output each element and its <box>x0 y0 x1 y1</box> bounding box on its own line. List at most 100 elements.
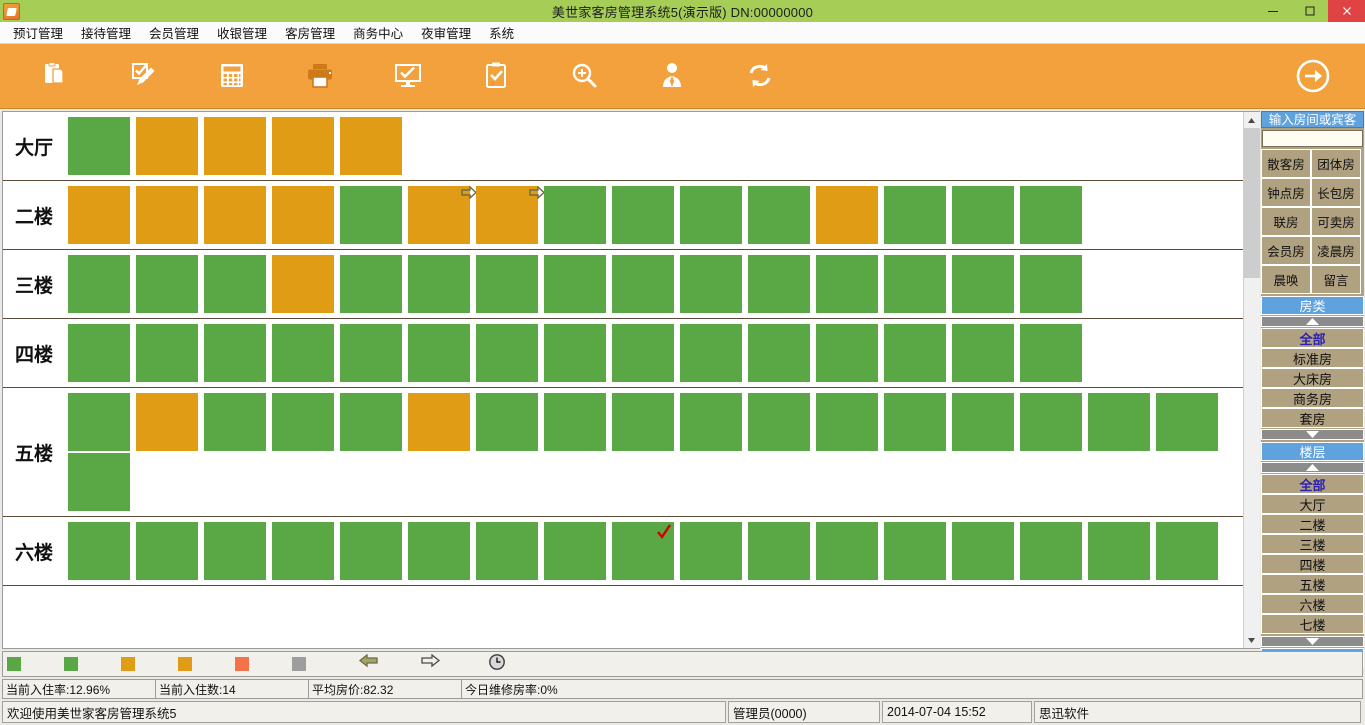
room-cell[interactable] <box>612 522 674 580</box>
room-cell[interactable] <box>1020 186 1082 244</box>
room-cell[interactable] <box>612 255 674 313</box>
room-cell[interactable] <box>680 393 742 451</box>
toolbar-button-预订转登记[interactable] <box>100 44 188 108</box>
floor-option-全部[interactable]: 全部 <box>1261 474 1364 494</box>
room-cell[interactable] <box>1020 324 1082 382</box>
room-cell[interactable] <box>340 186 402 244</box>
room-cell[interactable] <box>136 186 198 244</box>
sidebar-quick-散客房[interactable]: 散客房 <box>1261 149 1311 178</box>
room-cell[interactable] <box>748 324 810 382</box>
sidebar-quick-留言[interactable]: 留言 <box>1311 265 1361 294</box>
room-cell[interactable] <box>136 117 198 175</box>
room-cell[interactable] <box>68 117 130 175</box>
room-cell[interactable] <box>476 522 538 580</box>
room-cell[interactable] <box>272 255 334 313</box>
toolbar-button-联房[interactable] <box>452 44 540 108</box>
room-cell[interactable] <box>272 522 334 580</box>
room-cell[interactable] <box>204 393 266 451</box>
maximize-button[interactable] <box>1291 0 1328 22</box>
floor-scroll-down-icon[interactable] <box>1261 636 1364 647</box>
room-cell[interactable] <box>680 186 742 244</box>
room-cell[interactable] <box>748 186 810 244</box>
room-cell[interactable] <box>136 393 198 451</box>
room-cell[interactable] <box>136 255 198 313</box>
room-cell[interactable] <box>884 255 946 313</box>
toolbar-button-入住登记[interactable] <box>12 44 100 108</box>
room-cell[interactable] <box>1020 255 1082 313</box>
toolbar-button-客房续住[interactable] <box>364 44 452 108</box>
floor-option-五楼[interactable]: 五楼 <box>1261 574 1364 594</box>
room-cell[interactable] <box>476 185 546 244</box>
room-cell[interactable] <box>68 522 130 580</box>
room-cell[interactable] <box>748 393 810 451</box>
room-cell[interactable] <box>952 186 1014 244</box>
room-cell[interactable] <box>680 522 742 580</box>
scroll-up-button[interactable] <box>1243 112 1260 128</box>
toolbar-button-结账打印[interactable] <box>276 44 364 108</box>
room-cell[interactable] <box>884 393 946 451</box>
room-cell[interactable] <box>816 522 878 580</box>
legend-future-status[interactable] <box>483 653 506 676</box>
room-cell[interactable] <box>1020 393 1082 451</box>
room-cell[interactable] <box>476 255 538 313</box>
room-cell[interactable] <box>272 117 334 175</box>
floor-option-七楼[interactable]: 七楼 <box>1261 614 1364 634</box>
toolbar-button-预订查询[interactable] <box>540 44 628 108</box>
floor-scroll-up-icon[interactable] <box>1261 462 1364 473</box>
roomtype-scroll-down-icon[interactable] <box>1261 429 1364 440</box>
room-cell[interactable] <box>340 117 402 175</box>
menu-item-1[interactable]: 预订管理 <box>4 21 72 44</box>
menu-item-7[interactable]: 夜审管理 <box>412 21 480 44</box>
floor-option-大厅[interactable]: 大厅 <box>1261 494 1364 514</box>
room-cell[interactable] <box>68 186 130 244</box>
floor-option-三楼[interactable]: 三楼 <box>1261 534 1364 554</box>
room-cell[interactable] <box>952 324 1014 382</box>
room-cell[interactable] <box>68 393 130 451</box>
room-cell[interactable] <box>204 117 266 175</box>
toolbar-button-刷新[interactable] <box>716 44 804 108</box>
room-cell[interactable] <box>816 393 878 451</box>
room-cell[interactable] <box>680 324 742 382</box>
room-cell[interactable] <box>476 324 538 382</box>
room-cell[interactable] <box>408 255 470 313</box>
room-cell[interactable] <box>408 522 470 580</box>
room-cell[interactable] <box>340 255 402 313</box>
room-cell[interactable] <box>340 324 402 382</box>
room-cell[interactable] <box>1156 522 1218 580</box>
room-cell[interactable] <box>272 393 334 451</box>
room-cell[interactable] <box>1088 522 1150 580</box>
room-cell[interactable] <box>204 255 266 313</box>
room-cell[interactable] <box>340 393 402 451</box>
roomtype-option-套房[interactable]: 套房 <box>1261 408 1364 428</box>
roomtype-scroll-up-icon[interactable] <box>1261 316 1364 327</box>
room-cell[interactable] <box>68 453 130 511</box>
room-cell[interactable] <box>816 324 878 382</box>
exit-system-button[interactable] <box>1267 44 1359 108</box>
menu-item-4[interactable]: 收银管理 <box>208 21 276 44</box>
room-cell[interactable] <box>476 393 538 451</box>
room-cell[interactable] <box>204 324 266 382</box>
close-button[interactable] <box>1328 0 1365 22</box>
floor-option-四楼[interactable]: 四楼 <box>1261 554 1364 574</box>
room-cell[interactable] <box>884 522 946 580</box>
room-cell[interactable] <box>136 324 198 382</box>
room-cell[interactable] <box>544 522 606 580</box>
toolbar-button-当前入住客人[interactable] <box>628 44 716 108</box>
room-cell[interactable] <box>544 186 606 244</box>
room-cell[interactable] <box>816 186 878 244</box>
room-cell[interactable] <box>408 185 478 244</box>
room-cell[interactable] <box>680 255 742 313</box>
room-grid-scroll[interactable]: 大厅 二楼 三楼 四楼 五楼 六楼 <box>3 112 1243 648</box>
roomtype-option-大床房[interactable]: 大床房 <box>1261 368 1364 388</box>
toolbar-button-结账[interactable] <box>188 44 276 108</box>
scroll-thumb[interactable] <box>1243 128 1260 278</box>
room-cell[interactable] <box>204 186 266 244</box>
room-cell[interactable] <box>1020 522 1082 580</box>
room-cell[interactable] <box>544 324 606 382</box>
roomtype-option-标准房[interactable]: 标准房 <box>1261 348 1364 368</box>
sidebar-quick-凌晨房[interactable]: 凌晨房 <box>1311 236 1361 265</box>
room-cell[interactable] <box>408 324 470 382</box>
floor-option-六楼[interactable]: 六楼 <box>1261 594 1364 614</box>
room-cell[interactable] <box>1156 393 1218 451</box>
room-cell[interactable] <box>612 324 674 382</box>
